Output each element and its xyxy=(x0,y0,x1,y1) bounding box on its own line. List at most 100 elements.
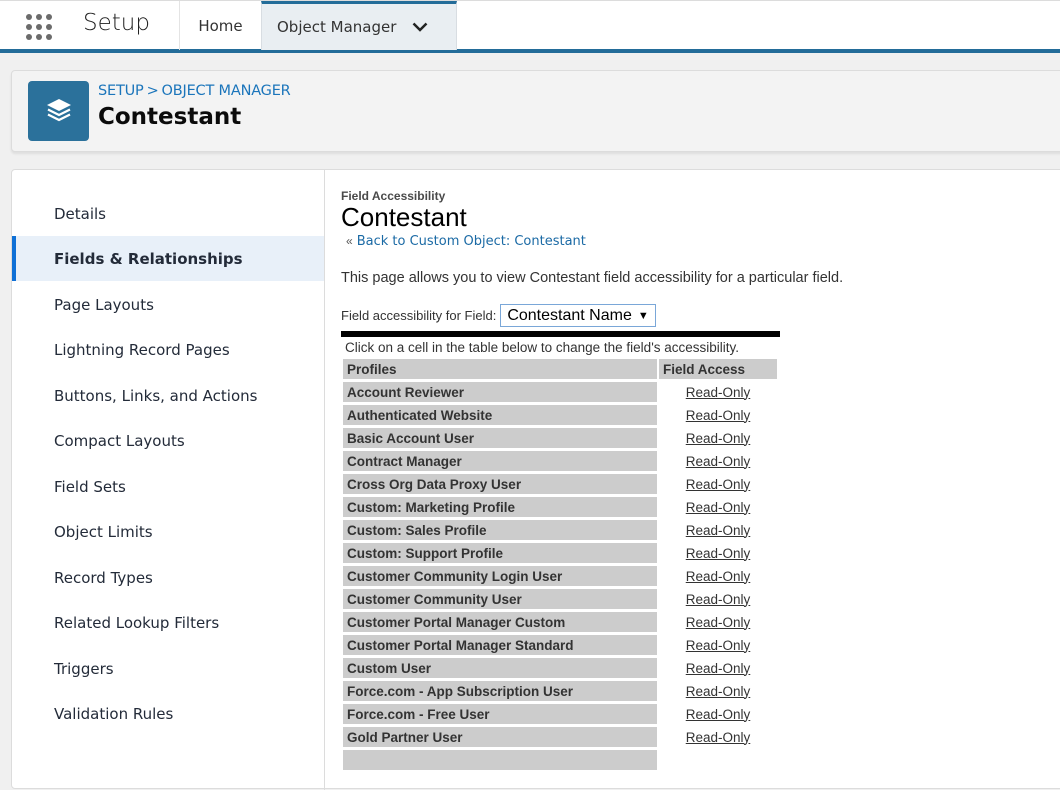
sidebar-item-label: Validation Rules xyxy=(54,704,174,723)
tab-home[interactable]: Home xyxy=(179,1,261,50)
table-hint: Click on a cell in the table below to ch… xyxy=(345,340,740,355)
field-access-link[interactable]: Read-Only xyxy=(686,500,751,515)
field-access-link[interactable]: Read-Only xyxy=(686,431,751,446)
sidebar-item-buttons-links-actions[interactable]: Buttons, Links, and Actions xyxy=(12,373,324,418)
table-row: Force.com - App Subscription User Read-On… xyxy=(343,681,777,701)
column-header-profiles: Profiles xyxy=(343,359,657,379)
profile-name: Contract Manager xyxy=(343,451,657,471)
back-to-object-link[interactable]: Back to Custom Object: Contestant xyxy=(357,234,586,249)
sidebar-item-compact-layouts[interactable]: Compact Layouts xyxy=(12,418,324,463)
field-access-cell[interactable]: Read-Only xyxy=(659,704,777,724)
profile-name: Customer Portal Manager Custom xyxy=(343,612,657,632)
field-access-link[interactable]: Read-Only xyxy=(686,385,751,400)
section-title: Contestant xyxy=(341,202,467,232)
field-access-cell[interactable]: Read-Only xyxy=(659,382,777,402)
app-launcher-icon[interactable] xyxy=(25,13,55,41)
field-access-link[interactable]: Read-Only xyxy=(686,523,751,538)
tab-object-manager[interactable]: Object Manager xyxy=(261,1,457,50)
field-access-link[interactable]: Read-Only xyxy=(686,592,751,607)
field-access-link[interactable]: Read-Only xyxy=(686,707,751,722)
sidebar-item-field-sets[interactable]: Field Sets xyxy=(12,464,324,509)
field-access-link[interactable]: Read-Only xyxy=(686,408,751,423)
table-row: Customer Community Login User Read-Only xyxy=(343,566,777,586)
field-access-cell[interactable]: Read-Only xyxy=(659,405,777,425)
table-row: Account Reviewer Read-Only xyxy=(343,382,777,402)
sidebar-item-label: Related Lookup Filters xyxy=(54,613,220,632)
field-access-cell[interactable]: Read-Only xyxy=(659,681,777,701)
sidebar-item-details[interactable]: Details xyxy=(12,191,324,236)
sidebar-item-object-limits[interactable]: Object Limits xyxy=(12,509,324,554)
table-row xyxy=(343,750,777,770)
breadcrumb: SETUP > OBJECT MANAGER xyxy=(98,83,291,99)
tab-object-manager-label: Object Manager xyxy=(277,18,397,36)
field-access-cell[interactable]: Read-Only xyxy=(659,658,777,678)
profile-name: Custom: Marketing Profile xyxy=(343,497,657,517)
sidebar-item-related-lookup-filters[interactable]: Related Lookup Filters xyxy=(12,600,324,645)
field-access-cell[interactable]: Read-Only xyxy=(659,497,777,517)
table-row: Customer Community User Read-Only xyxy=(343,589,777,609)
profile-name: Authenticated Website xyxy=(343,405,657,425)
back-link-row: « Back to Custom Object: Contestant xyxy=(341,233,1060,249)
sidebar-item-label: Details xyxy=(54,204,107,223)
sidebar-item-label: Page Layouts xyxy=(54,295,154,314)
page-description: This page allows you to view Contestant … xyxy=(341,270,844,286)
field-access-cell[interactable]: Read-Only xyxy=(659,428,777,448)
field-access-cell[interactable]: Read-Only xyxy=(659,566,777,586)
profile-name: Basic Account User xyxy=(343,428,657,448)
field-access-cell[interactable]: Read-Only xyxy=(659,612,777,632)
profile-name: Customer Portal Manager Standard xyxy=(343,635,657,655)
profile-name: Force.com - Free User xyxy=(343,704,657,724)
table-row: Customer Portal Manager Standard Read-Onl… xyxy=(343,635,777,655)
sidebar-item-page-layouts[interactable]: Page Layouts xyxy=(12,282,324,327)
column-header-field-access: Field Access xyxy=(659,359,777,379)
sidebar-item-label: Field Sets xyxy=(54,477,126,496)
profile-name: Custom: Sales Profile xyxy=(343,520,657,540)
sidebar-item-triggers[interactable]: Triggers xyxy=(12,646,324,691)
field-access-link[interactable]: Read-Only xyxy=(686,730,751,745)
table-row: Basic Account User Read-Only xyxy=(343,428,777,448)
field-accessibility-content: Field Accessibility Contestant « Back to … xyxy=(341,189,1060,773)
page-title: Contestant xyxy=(98,104,242,130)
chevron-down-icon[interactable] xyxy=(412,18,428,36)
breadcrumb-object-manager[interactable]: OBJECT MANAGER xyxy=(162,83,291,99)
field-access-link[interactable]: Read-Only xyxy=(686,454,751,469)
field-select-value: Contestant Name xyxy=(507,306,632,324)
sidebar-item-label: Fields & Relationships xyxy=(54,249,243,268)
field-access-link[interactable]: Read-Only xyxy=(686,546,751,561)
sidebar-item-fields-relationships[interactable]: Fields & Relationships xyxy=(12,236,324,281)
profile-name: Custom User xyxy=(343,658,657,678)
table-row: Authenticated Website Read-Only xyxy=(343,405,777,425)
field-access-cell[interactable]: Read-Only xyxy=(659,451,777,471)
table-row: Cross Org Data Proxy User Read-Only xyxy=(343,474,777,494)
field-select[interactable]: Contestant Name ▼ xyxy=(500,304,656,327)
field-access-link[interactable]: Read-Only xyxy=(686,661,751,676)
table-row: Custom User Read-Only xyxy=(343,658,777,678)
sidebar-item-label: Record Types xyxy=(54,568,153,587)
field-access-cell[interactable]: Read-Only xyxy=(659,635,777,655)
field-access-link[interactable]: Read-Only xyxy=(686,684,751,699)
layers-icon xyxy=(28,81,89,141)
field-access-cell[interactable]: Read-Only xyxy=(659,474,777,494)
field-access-cell[interactable]: Read-Only xyxy=(659,543,777,563)
field-access-cell[interactable]: Read-Only xyxy=(659,727,777,747)
field-access-cell[interactable]: Read-Only xyxy=(659,520,777,540)
field-access-link[interactable]: Read-Only xyxy=(686,638,751,653)
profile-name: Customer Community Login User xyxy=(343,566,657,586)
breadcrumb-setup[interactable]: SETUP xyxy=(98,83,144,99)
profile-name: Force.com - App Subscription User xyxy=(343,681,657,701)
sidebar-item-label: Compact Layouts xyxy=(54,431,185,450)
sidebar-item-validation-rules[interactable]: Validation Rules xyxy=(12,691,324,736)
app-name: Setup xyxy=(83,10,150,36)
profile-name: Account Reviewer xyxy=(343,382,657,402)
sidebar-item-lightning-record-pages[interactable]: Lightning Record Pages xyxy=(12,327,324,372)
field-access-link[interactable]: Read-Only xyxy=(686,615,751,630)
field-access-cell[interactable] xyxy=(659,750,777,770)
sidebar-item-record-types[interactable]: Record Types xyxy=(12,555,324,600)
field-access-link[interactable]: Read-Only xyxy=(686,477,751,492)
sidebar-item-label: Buttons, Links, and Actions xyxy=(54,386,258,405)
field-access-link[interactable]: Read-Only xyxy=(686,569,751,584)
table-row: Gold Partner User Read-Only xyxy=(343,727,777,747)
table-row: Contract Manager Read-Only xyxy=(343,451,777,471)
field-access-cell[interactable]: Read-Only xyxy=(659,589,777,609)
section-label: Field Accessibility xyxy=(341,189,446,203)
